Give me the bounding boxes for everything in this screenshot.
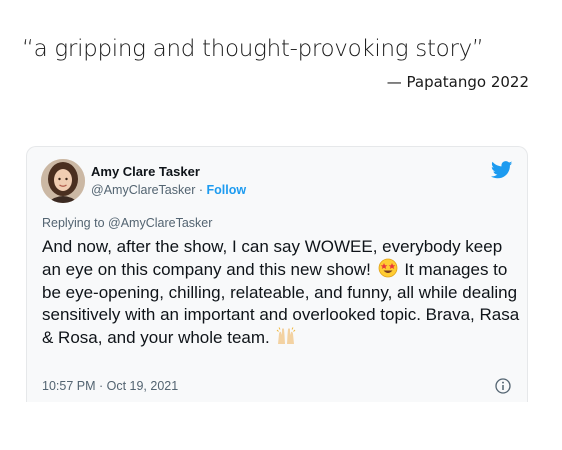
author-handle-line: @AmyClareTasker · Follow	[91, 183, 246, 197]
replying-handle[interactable]: @AmyClareTasker	[108, 216, 212, 230]
tweet-timestamp[interactable]: 10:57 PM · Oct 19, 2021	[42, 379, 178, 393]
follow-button[interactable]: Follow	[207, 183, 247, 197]
review-quote: “a gripping and thought-provoking story”	[22, 36, 484, 62]
replying-prefix: Replying to	[42, 216, 105, 230]
replying-to-line: Replying to @AmyClareTasker	[42, 216, 212, 230]
separator-dot: ·	[198, 183, 204, 197]
author-handle[interactable]: @AmyClareTasker	[91, 183, 195, 197]
embedded-tweet-card[interactable]: Amy Clare Tasker @AmyClareTasker · Follo…	[26, 146, 528, 402]
quote-attribution: — Papatango 2022	[386, 73, 529, 91]
raising-hands-emoji-icon	[277, 327, 296, 345]
author-name[interactable]: Amy Clare Tasker	[91, 164, 200, 179]
info-icon[interactable]	[495, 378, 511, 394]
star-struck-emoji-icon	[378, 258, 398, 278]
twitter-bird-icon[interactable]	[491, 161, 513, 179]
avatar[interactable]	[41, 159, 85, 203]
tweet-text: And now, after the show, I can say WOWEE…	[42, 236, 520, 349]
